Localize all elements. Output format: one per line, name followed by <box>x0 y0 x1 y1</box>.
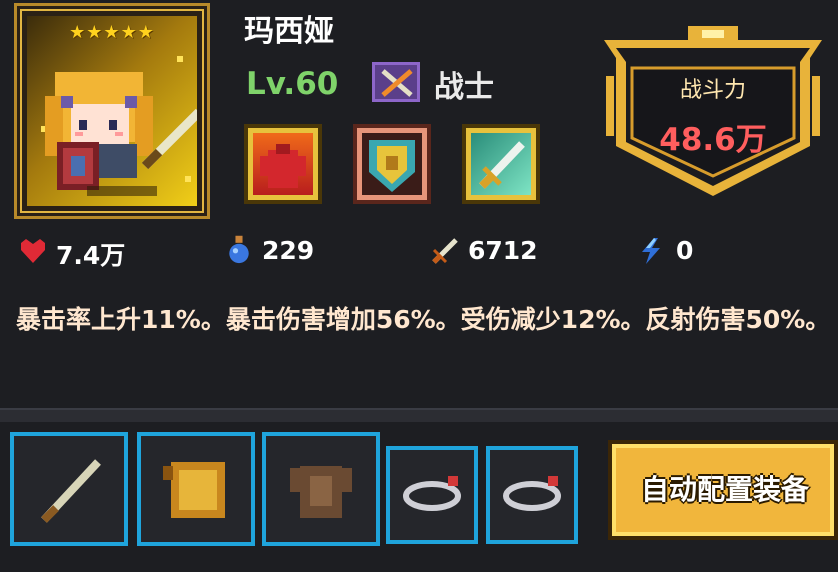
stat-hp: 7.4万 <box>56 241 126 270</box>
character-class: 战士 <box>434 70 494 105</box>
lightning-icon <box>642 238 660 264</box>
shield-icon <box>369 140 415 192</box>
skill-description: 暴击率上升11%。暴击伤害增加56%。受伤减少12%。反射伤害50%。 <box>16 305 831 334</box>
stat-speed: 0 <box>676 236 694 265</box>
heart-icon <box>21 239 45 263</box>
skill-armor[interactable] <box>244 124 322 204</box>
sword-icon <box>479 141 525 189</box>
equipment-slot-weapon[interactable] <box>10 432 128 546</box>
sword-icon <box>432 238 458 264</box>
armor-icon <box>290 466 352 518</box>
armor-icon <box>260 144 306 188</box>
character-name: 玛西娅 <box>244 14 334 49</box>
ring-icon <box>503 476 561 511</box>
stat-attack: 6712 <box>468 236 538 265</box>
crossed-swords-icon <box>372 62 420 102</box>
warrior-sprite-icon <box>45 72 197 196</box>
power-label: 战斗力 <box>679 78 746 103</box>
ring-icon <box>403 476 461 511</box>
stat-mana: 229 <box>262 236 315 265</box>
character-portrait[interactable]: ★★★★★ <box>14 3 210 219</box>
section-divider <box>0 408 838 422</box>
skill-shield[interactable] <box>353 124 431 204</box>
character-level: Lv.60 <box>246 66 339 102</box>
sword-icon <box>41 459 101 523</box>
auto-equip-label: 自动配置装备 <box>640 473 809 506</box>
equipment-slot-ring-1[interactable] <box>386 446 478 544</box>
skill-sword[interactable] <box>462 124 540 204</box>
power-value: 48.6万 <box>659 122 767 158</box>
equipment-slot-armor[interactable] <box>262 432 380 546</box>
portrait-background: ★★★★★ <box>27 16 197 206</box>
equipment-slot-book[interactable] <box>137 432 255 546</box>
potion-icon <box>229 235 249 264</box>
book-icon <box>163 462 225 518</box>
equipment-slot-ring-2[interactable] <box>486 446 578 544</box>
